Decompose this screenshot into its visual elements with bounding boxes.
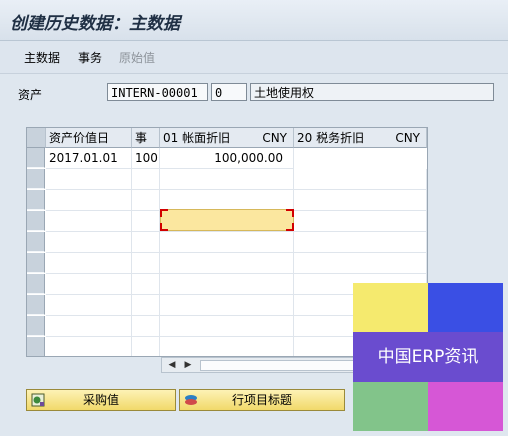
empty-cell[interactable] [160,274,294,295]
empty-cell[interactable] [132,316,160,337]
column-header-tax-currency: CNY [395,131,420,145]
empty-cell[interactable] [160,169,294,190]
empty-cell[interactable] [46,190,132,211]
menu-item-original-value: 原始值 [119,51,156,65]
line-item-title-button[interactable]: 行项目标题 [179,389,345,411]
empty-cell[interactable] [46,253,132,274]
row-selector[interactable] [27,169,45,189]
row-selector[interactable] [27,148,45,168]
scroll-left-icon[interactable]: ◀ [164,358,180,372]
window-title: 创建历史数据：主数据 [10,14,180,34]
empty-cell[interactable] [160,253,294,274]
row-selector[interactable] [27,316,45,336]
cell-transaction[interactable]: 100 [132,148,160,169]
row-selector[interactable] [27,274,45,294]
line-item-title-label: 行项目标题 [231,393,292,407]
empty-cell[interactable] [160,190,294,211]
row-selector[interactable] [27,295,45,315]
selected-cell[interactable] [160,209,294,231]
empty-cell[interactable] [132,232,160,253]
purchase-value-button[interactable]: 采购值 [26,389,176,411]
empty-cell[interactable] [160,295,294,316]
row-selector[interactable] [27,232,45,252]
empty-cell[interactable] [160,316,294,337]
asset-subnumber-field[interactable]: 0 [211,83,247,101]
column-header-book-currency: CNY [262,131,287,145]
menu-bar: 主数据 事务 原始值 [0,41,508,74]
empty-cell[interactable] [132,337,160,356]
watermark-logo: 中国ERP资讯 [353,283,503,431]
empty-cell[interactable] [294,169,427,190]
empty-cell[interactable] [46,232,132,253]
column-header-transaction[interactable]: 事 [132,128,160,148]
empty-cell[interactable] [294,211,427,232]
row-selector[interactable] [27,337,45,356]
empty-cell[interactable] [160,232,294,253]
purchase-value-label: 采购值 [82,393,119,407]
asset-number-field[interactable]: INTERN-00001 [107,83,208,101]
column-header-book-depreciation-label: 01 帐面折旧 [163,131,231,145]
title-bar: 创建历史数据：主数据 [0,0,508,41]
empty-cell[interactable] [294,232,427,253]
column-header-value-date[interactable]: 资产价值日 [46,128,132,148]
row-selector[interactable] [27,211,45,231]
empty-cell[interactable] [46,274,132,295]
empty-cell[interactable] [132,274,160,295]
watermark-text: 中国ERP资讯 [353,332,503,382]
asset-description-field: 土地使用权 [250,83,494,101]
menu-item-transactions[interactable]: 事务 [78,49,102,66]
column-header-book-depreciation[interactable]: 01 帐面折旧 CNY [160,128,294,148]
row-selector[interactable] [27,253,45,273]
empty-cell[interactable] [132,190,160,211]
menu-item-master-data[interactable]: 主数据 [24,49,60,66]
empty-cell[interactable] [294,253,427,274]
empty-cell[interactable] [46,337,132,356]
empty-cell[interactable] [132,211,160,232]
column-header-tax-depreciation[interactable]: 20 税务折旧 CNY [294,128,427,148]
scroll-right-icon[interactable]: ▶ [180,358,196,372]
empty-cell[interactable] [132,253,160,274]
select-all-corner[interactable] [27,128,46,148]
empty-cell[interactable] [46,295,132,316]
empty-cell[interactable] [294,190,427,211]
cell-value-date[interactable]: 2017.01.01 [46,148,132,169]
empty-cell[interactable] [160,337,294,356]
money-icon [31,393,45,407]
cell-book-depreciation[interactable]: 100,000.00 [160,148,294,169]
empty-cell[interactable] [46,211,132,232]
asset-label: 资产 [18,88,43,102]
empty-cell[interactable] [132,295,160,316]
disc-icon [185,395,197,405]
empty-cell[interactable] [132,169,160,190]
column-header-tax-depreciation-label: 20 税务折旧 [297,131,365,145]
empty-cell[interactable] [46,169,132,190]
empty-cell[interactable] [46,316,132,337]
row-selector[interactable] [27,190,45,210]
